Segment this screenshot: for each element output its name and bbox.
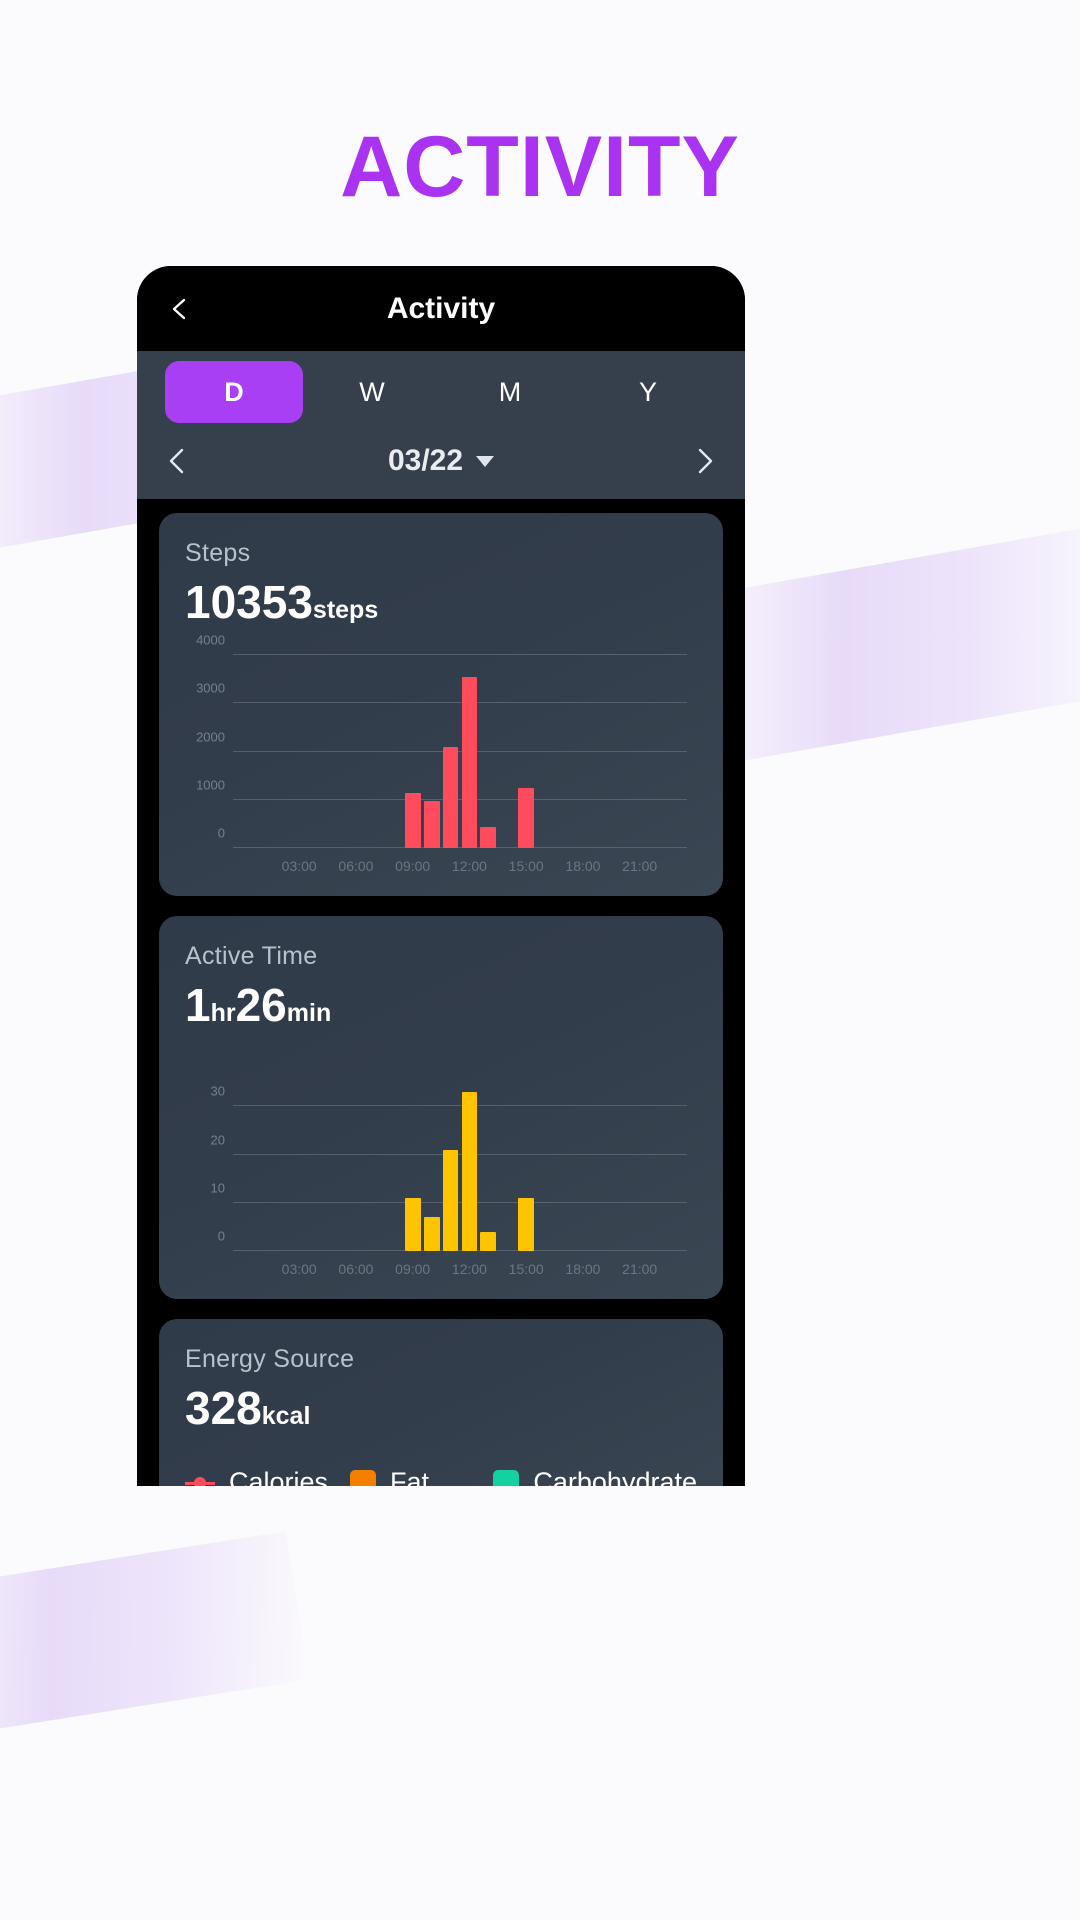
- tab-year-label: Y: [638, 376, 657, 407]
- energy-value-number: 328: [185, 1382, 262, 1434]
- tab-day[interactable]: D: [165, 361, 303, 423]
- active-time-minutes-unit: min: [286, 999, 332, 1027]
- y-axis-tick-label: 1000: [196, 777, 225, 793]
- steps-plot-area: 0 1000 2000 3000 4000 03:00 06:00 09:00 12:00 15:…: [196, 633, 687, 874]
- bar-series: [233, 1058, 687, 1251]
- bar: [404, 792, 421, 848]
- bar: [518, 1197, 535, 1251]
- bar: [480, 827, 497, 848]
- x-axis-tick-label: 15:00: [508, 1261, 544, 1277]
- x-axis-tick-label: 06:00: [338, 1261, 374, 1277]
- bar-series: [233, 655, 687, 848]
- steps-value-number: 10353: [185, 576, 313, 628]
- active-time-card[interactable]: Active Time 1hr26min 0 10 20 30 03:00 06:00 09…: [159, 916, 723, 1299]
- calories-line-icon: [185, 1475, 215, 1486]
- tab-month[interactable]: M: [441, 361, 579, 423]
- x-axis-tick-label: 18:00: [565, 858, 601, 874]
- x-axis-tick-label: 09:00: [395, 1261, 431, 1277]
- next-day-button[interactable]: [687, 444, 721, 478]
- legend-item-carbohydrate[interactable]: Carbohydrate: [493, 1467, 697, 1486]
- legend-item-calories[interactable]: Calories: [185, 1467, 350, 1486]
- bar: [461, 1091, 478, 1251]
- bar: [423, 800, 440, 848]
- legend-label-fat: Fat: [389, 1467, 429, 1486]
- tab-year[interactable]: Y: [579, 361, 717, 423]
- x-axis-tick-label: 15:00: [508, 858, 544, 874]
- tab-week[interactable]: W: [303, 361, 441, 423]
- background-streak-lower: [0, 1531, 310, 1739]
- legend-label-calories: Calories: [229, 1467, 329, 1486]
- bar: [480, 1231, 497, 1251]
- tab-week-label: W: [359, 376, 385, 407]
- date-picker[interactable]: 03/22: [387, 444, 495, 478]
- steps-value-unit: steps: [312, 596, 379, 624]
- page-heading: Activity: [386, 291, 496, 325]
- bar: [404, 1197, 421, 1251]
- active-time-plot-area: 0 10 20 30 03:00 06:00 09:00 12:00 15:00 18:00 21:…: [211, 1058, 687, 1277]
- x-axis-tick-label: 21:00: [622, 1261, 658, 1277]
- active-time-minutes: 26: [235, 979, 287, 1031]
- energy-source-legend: Calories Fat Carbohydrate: [185, 1467, 697, 1486]
- y-axis-tick-label: 3000: [196, 680, 225, 696]
- steps-card-value: 10353steps: [185, 579, 697, 625]
- x-axis-tick-label: 12:00: [451, 858, 487, 874]
- bar: [442, 1149, 459, 1251]
- bar: [461, 676, 478, 848]
- active-time-hours-unit: hr: [210, 999, 236, 1027]
- steps-card[interactable]: Steps 10353steps 0 1000 2000 3000 4000 03:00 0…: [159, 513, 723, 896]
- activity-card-list[interactable]: Steps 10353steps 0 1000 2000 3000 4000 03:00 0…: [137, 499, 745, 1486]
- legend-label-carbohydrate: Carbohydrate: [533, 1467, 697, 1486]
- y-axis-tick-label: 20: [210, 1132, 225, 1147]
- period-segmented-control: D W M Y: [165, 361, 717, 423]
- caret-down-icon: [476, 455, 495, 467]
- bar: [423, 1217, 440, 1251]
- period-control-strip: D W M Y 03/22: [137, 351, 745, 499]
- steps-card-label: Steps: [185, 539, 251, 567]
- x-axis-tick-label: 03:00: [281, 1261, 317, 1277]
- active-time-card-label: Active Time: [185, 942, 318, 970]
- page-title: ACTIVITY: [340, 119, 740, 215]
- y-axis-tick-label: 4000: [196, 632, 225, 648]
- legend-item-fat[interactable]: Fat: [349, 1467, 493, 1486]
- energy-value-unit: kcal: [261, 1402, 311, 1430]
- bar: [518, 787, 535, 848]
- carbohydrate-swatch-icon: [493, 1469, 520, 1486]
- active-time-bar-chart: 0 10 20 30 03:00 06:00 09:00 12:00 15:00 18:00 21:…: [185, 1058, 697, 1283]
- x-axis-tick-label: 09:00: [395, 858, 431, 874]
- x-axis-tick-label: 06:00: [338, 858, 374, 874]
- x-axis-tick-label: 21:00: [622, 858, 658, 874]
- previous-day-button[interactable]: [161, 444, 195, 478]
- active-time-card-value: 1hr26min: [185, 982, 697, 1028]
- fat-swatch-icon: [349, 1469, 376, 1486]
- x-axis-tick-label: 12:00: [451, 1261, 487, 1277]
- y-axis-tick-label: 0: [217, 825, 225, 841]
- background-streak-right: [688, 524, 1080, 766]
- bar: [442, 746, 459, 848]
- tab-month-label: M: [498, 376, 522, 407]
- date-navigator: 03/22: [161, 423, 721, 499]
- y-axis-tick-label: 30: [210, 1083, 225, 1099]
- tab-day-label: D: [224, 376, 244, 407]
- y-axis-tick-label: 10: [210, 1180, 225, 1196]
- energy-source-card-value: 328kcal: [185, 1385, 697, 1431]
- app-navbar: Activity: [137, 266, 745, 351]
- selected-date: 03/22: [387, 444, 464, 477]
- x-axis-tick-label: 18:00: [565, 1261, 601, 1277]
- active-time-hours: 1: [185, 979, 211, 1031]
- phone-mockup: Activity D W M Y 03/22 Steps 10353steps …: [137, 266, 745, 1486]
- energy-source-card-label: Energy Source: [185, 1345, 355, 1373]
- x-axis-tick-label: 03:00: [281, 858, 317, 874]
- back-button[interactable]: [167, 296, 193, 322]
- y-axis-tick-label: 2000: [196, 729, 225, 744]
- y-axis-tick-label: 0: [217, 1228, 225, 1244]
- energy-source-card[interactable]: Energy Source 328kcal Calories Fat Carbo…: [159, 1319, 723, 1486]
- steps-bar-chart: 0 1000 2000 3000 4000 03:00 06:00 09:00 12:00 15:…: [185, 633, 697, 880]
